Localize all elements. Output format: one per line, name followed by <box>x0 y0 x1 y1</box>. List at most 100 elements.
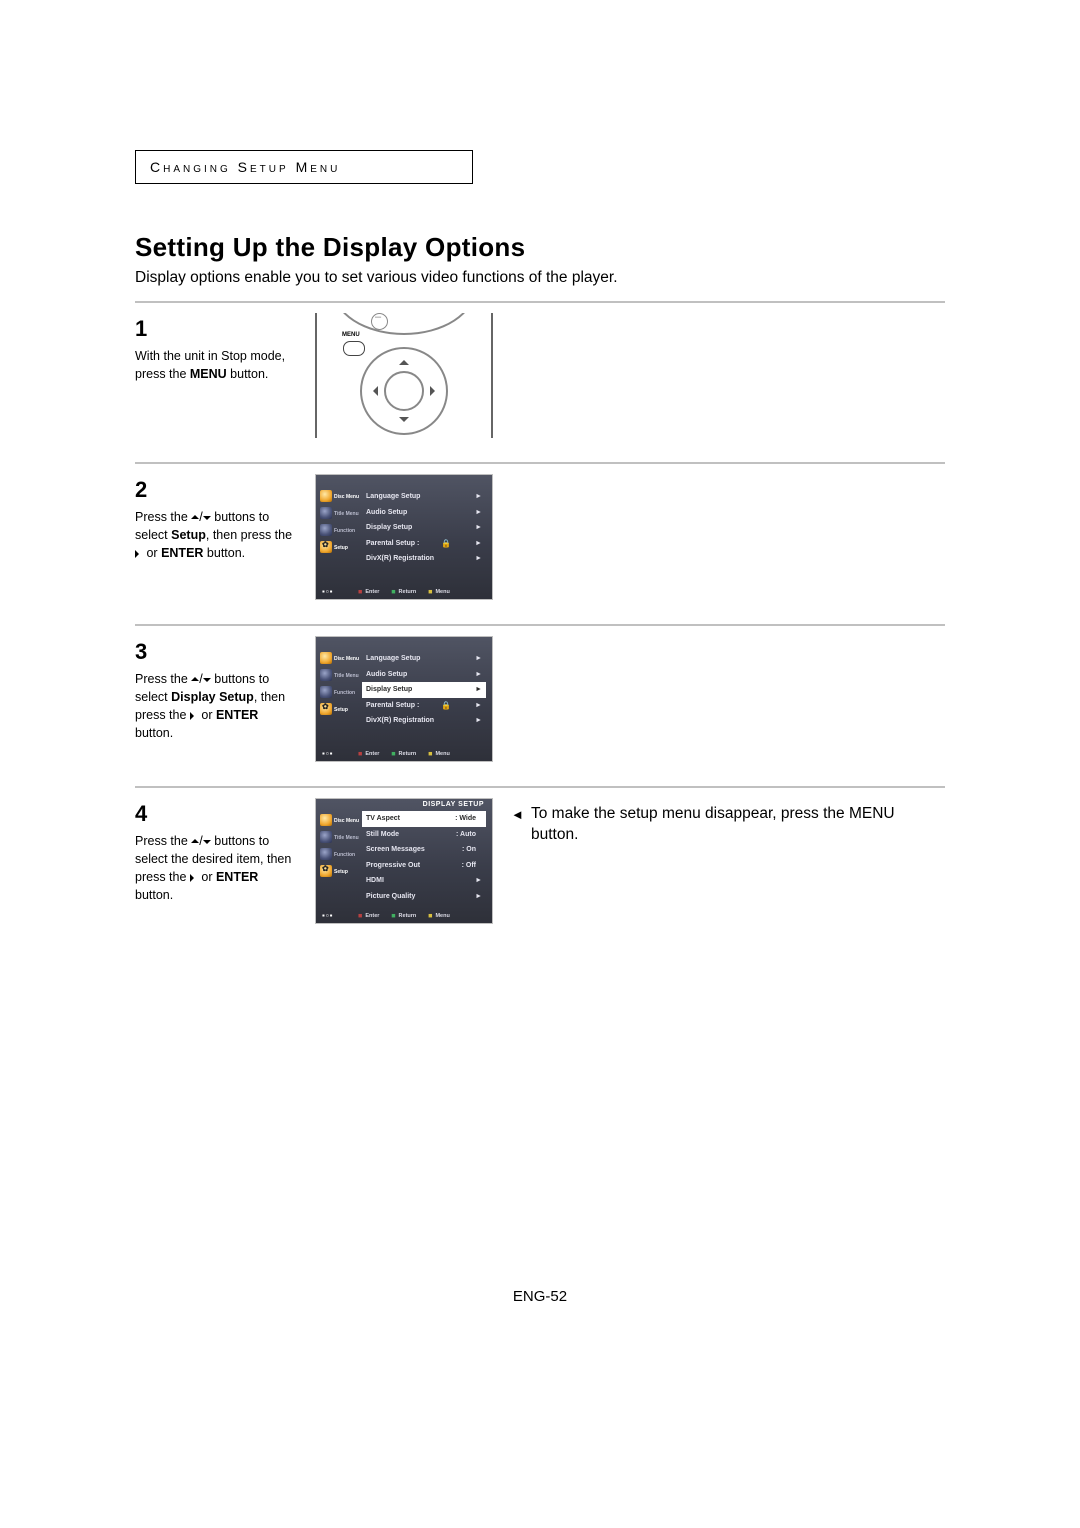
chevron-right-icon: ► <box>475 493 482 500</box>
item-value: : On <box>462 846 482 853</box>
chevron-right-icon: ► <box>475 509 482 516</box>
dpad-left-icon <box>368 386 378 396</box>
page-number: ENG-52 <box>135 1288 945 1305</box>
note-text: To make the setup menu disappear, press … <box>511 804 945 846</box>
tab-label: Title Menu <box>334 511 359 517</box>
item-language-setup: Language Setup ► <box>362 651 486 667</box>
chevron-right-icon: ► <box>475 655 482 662</box>
step-1-body: With the unit in Stop mode, press the ME… <box>135 349 285 381</box>
item-label: Progressive Out <box>366 862 420 869</box>
tab-label: Function <box>334 528 355 534</box>
osd-items: Language Setup► Audio Setup► Display Set… <box>362 651 486 729</box>
step-4-row: 4 Press the / buttons to select the desi… <box>135 786 945 948</box>
osd-footer: Enter Return Menu <box>316 584 492 599</box>
chevron-right-icon: ► <box>475 702 482 709</box>
item-display-setup: Display Setup ► <box>362 520 486 536</box>
function-icon <box>320 848 332 860</box>
step-1-visual: MENU <box>315 313 493 438</box>
tab-label: Disc Menu <box>334 494 359 500</box>
tab-label: Disc Menu <box>334 818 359 824</box>
function-icon <box>320 686 332 698</box>
step-4-number: 4 <box>135 798 297 830</box>
text-fragment: button. <box>135 726 173 740</box>
step-3-text: 3 Press the / buttons to select Display … <box>135 636 297 742</box>
item-audio-setup: Audio Setup► <box>362 505 486 521</box>
title-icon <box>320 831 332 843</box>
disc-icon <box>320 814 332 826</box>
intro-text: Display options enable you to set variou… <box>135 269 945 287</box>
item-divx: DivX(R) Registration► <box>362 551 486 567</box>
text-fragment: or <box>198 708 216 722</box>
menu-label: MENU <box>342 332 360 338</box>
tab-label: Setup <box>334 869 348 875</box>
text-fragment: Press the <box>135 672 191 686</box>
item-label: Display Setup <box>366 524 412 531</box>
footer-menu: Menu <box>428 751 450 757</box>
text-fragment: button. <box>227 367 269 381</box>
tab-label: Title Menu <box>334 835 359 841</box>
osd-footer: Enter Return Menu <box>316 908 492 923</box>
text-bold: MENU <box>190 367 227 381</box>
gear-icon <box>320 865 332 877</box>
item-label: HDMI <box>366 877 384 884</box>
tab-disc-menu: Disc Menu <box>320 489 358 504</box>
item-label: Parental Setup : <box>366 540 419 547</box>
manual-page: Changing Setup Menu Setting Up the Displ… <box>0 0 1080 1365</box>
step-3-number: 3 <box>135 636 297 668</box>
item-label: Language Setup <box>366 655 420 662</box>
tab-label: Function <box>334 852 355 858</box>
lock-icon: 🔒 <box>441 701 457 710</box>
footer-menu: Menu <box>428 913 450 919</box>
footer-enter: Enter <box>358 589 379 595</box>
tab-label: Function <box>334 690 355 696</box>
tab-disc-menu: Disc Menu <box>320 813 358 828</box>
chevron-right-icon: ► <box>475 877 482 884</box>
step-1-row: 1 With the unit in Stop mode, press the … <box>135 301 945 462</box>
chevron-right-icon: ► <box>475 555 482 562</box>
item-label: Language Setup <box>366 493 420 500</box>
item-audio-setup: Audio Setup► <box>362 667 486 683</box>
footer-enter: Enter <box>358 913 379 919</box>
text-fragment: Press the <box>135 834 191 848</box>
item-label: TV Aspect <box>366 815 400 822</box>
tab-function: Function <box>320 685 358 700</box>
chevron-right-icon: ► <box>475 524 482 531</box>
dpad-icon <box>360 347 448 435</box>
gear-icon <box>320 541 332 553</box>
function-icon <box>320 524 332 536</box>
up-arrow-icon <box>191 510 199 524</box>
osd-setup-menu-hl-display: Disc Menu Title Menu Function Setup Lang… <box>315 636 493 762</box>
osd-items: TV Aspect: Wide Still Mode: Auto Screen … <box>362 811 486 904</box>
item-divx: DivX(R) Registration► <box>362 713 486 729</box>
tab-function: Function <box>320 847 358 862</box>
osd-setup-menu: Disc Menu Title Menu Function Setup Lang… <box>315 474 493 600</box>
tab-title-menu: Title Menu <box>320 668 358 683</box>
tab-function: Function <box>320 523 358 538</box>
item-hdmi: HDMI ► <box>362 873 486 889</box>
footer-enter: Enter <box>358 751 379 757</box>
item-value: : Wide <box>455 815 482 822</box>
right-arrow-icon <box>135 546 143 560</box>
step-4-visual: DISPLAY SETUP Disc Menu Title Menu Funct… <box>315 798 493 924</box>
lock-icon: 🔒 <box>441 539 457 548</box>
menu-button-icon <box>343 341 365 356</box>
chevron-right-icon: ► <box>475 717 482 724</box>
page-title: Setting Up the Display Options <box>135 232 945 263</box>
item-label: Screen Messages <box>366 846 425 853</box>
text-bold: ENTER <box>216 708 258 722</box>
section-header: Changing Setup Menu <box>135 150 473 184</box>
text-fragment: or <box>198 870 216 884</box>
footer-return: Return <box>391 589 416 595</box>
item-label: Audio Setup <box>366 671 407 678</box>
disc-icon <box>320 652 332 664</box>
item-progressive-out: Progressive Out: Off <box>362 858 486 874</box>
tab-title-menu: Title Menu <box>320 830 358 845</box>
gear-icon <box>320 703 332 715</box>
item-label: Still Mode <box>366 831 399 838</box>
text-fragment: or <box>143 546 161 560</box>
tab-label: Disc Menu <box>334 656 359 662</box>
tab-label: Setup <box>334 707 348 713</box>
item-language-setup: Language Setup ► <box>362 489 486 505</box>
tab-title-menu: Title Menu <box>320 506 358 521</box>
text-fragment: button. <box>135 888 173 902</box>
